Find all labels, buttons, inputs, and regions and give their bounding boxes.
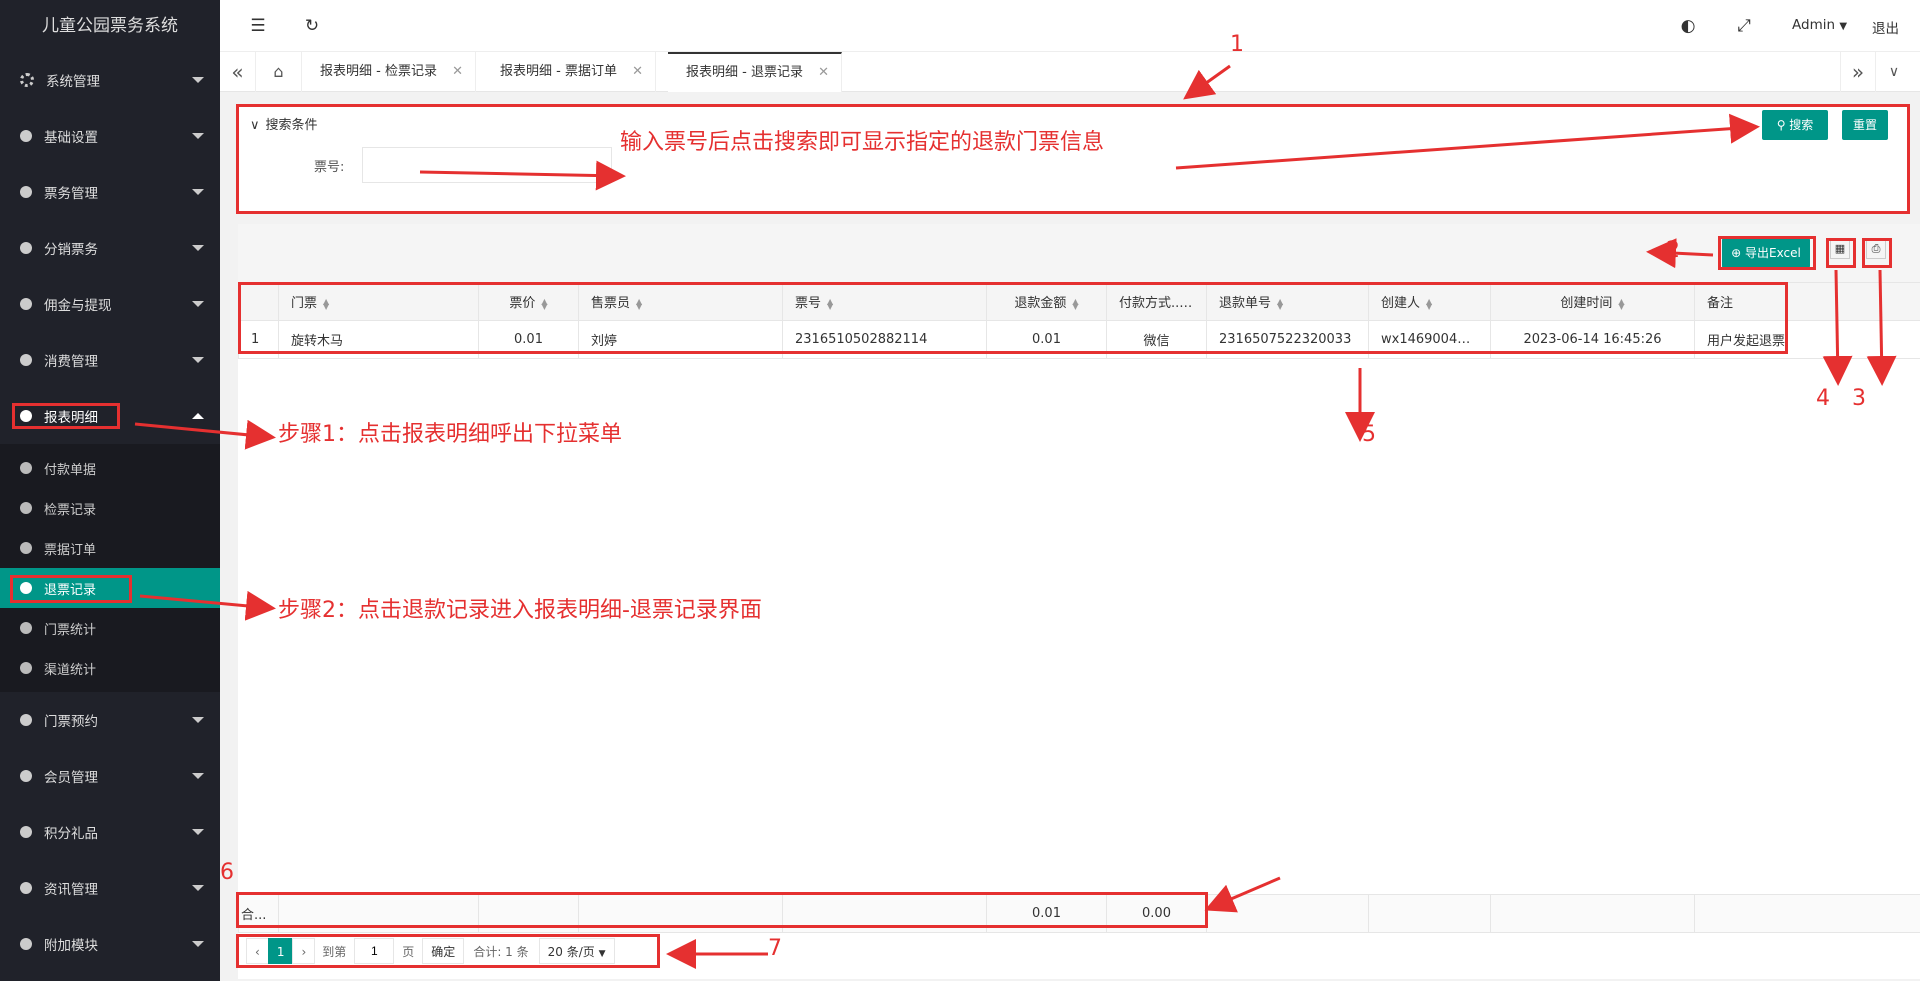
arrow-search-button (1175, 113, 1760, 170)
arrow-step1 (134, 419, 276, 450)
arrow-1 (1183, 64, 1231, 100)
arrow-search-input (419, 160, 626, 191)
annotation-arrows (134, 64, 1897, 969)
arrow-2 (1646, 238, 1714, 269)
arrow-4 (1822, 269, 1853, 386)
arrow-step2 (139, 590, 276, 621)
arrow-6 (1204, 876, 1281, 913)
arrow-3 (1866, 269, 1897, 386)
